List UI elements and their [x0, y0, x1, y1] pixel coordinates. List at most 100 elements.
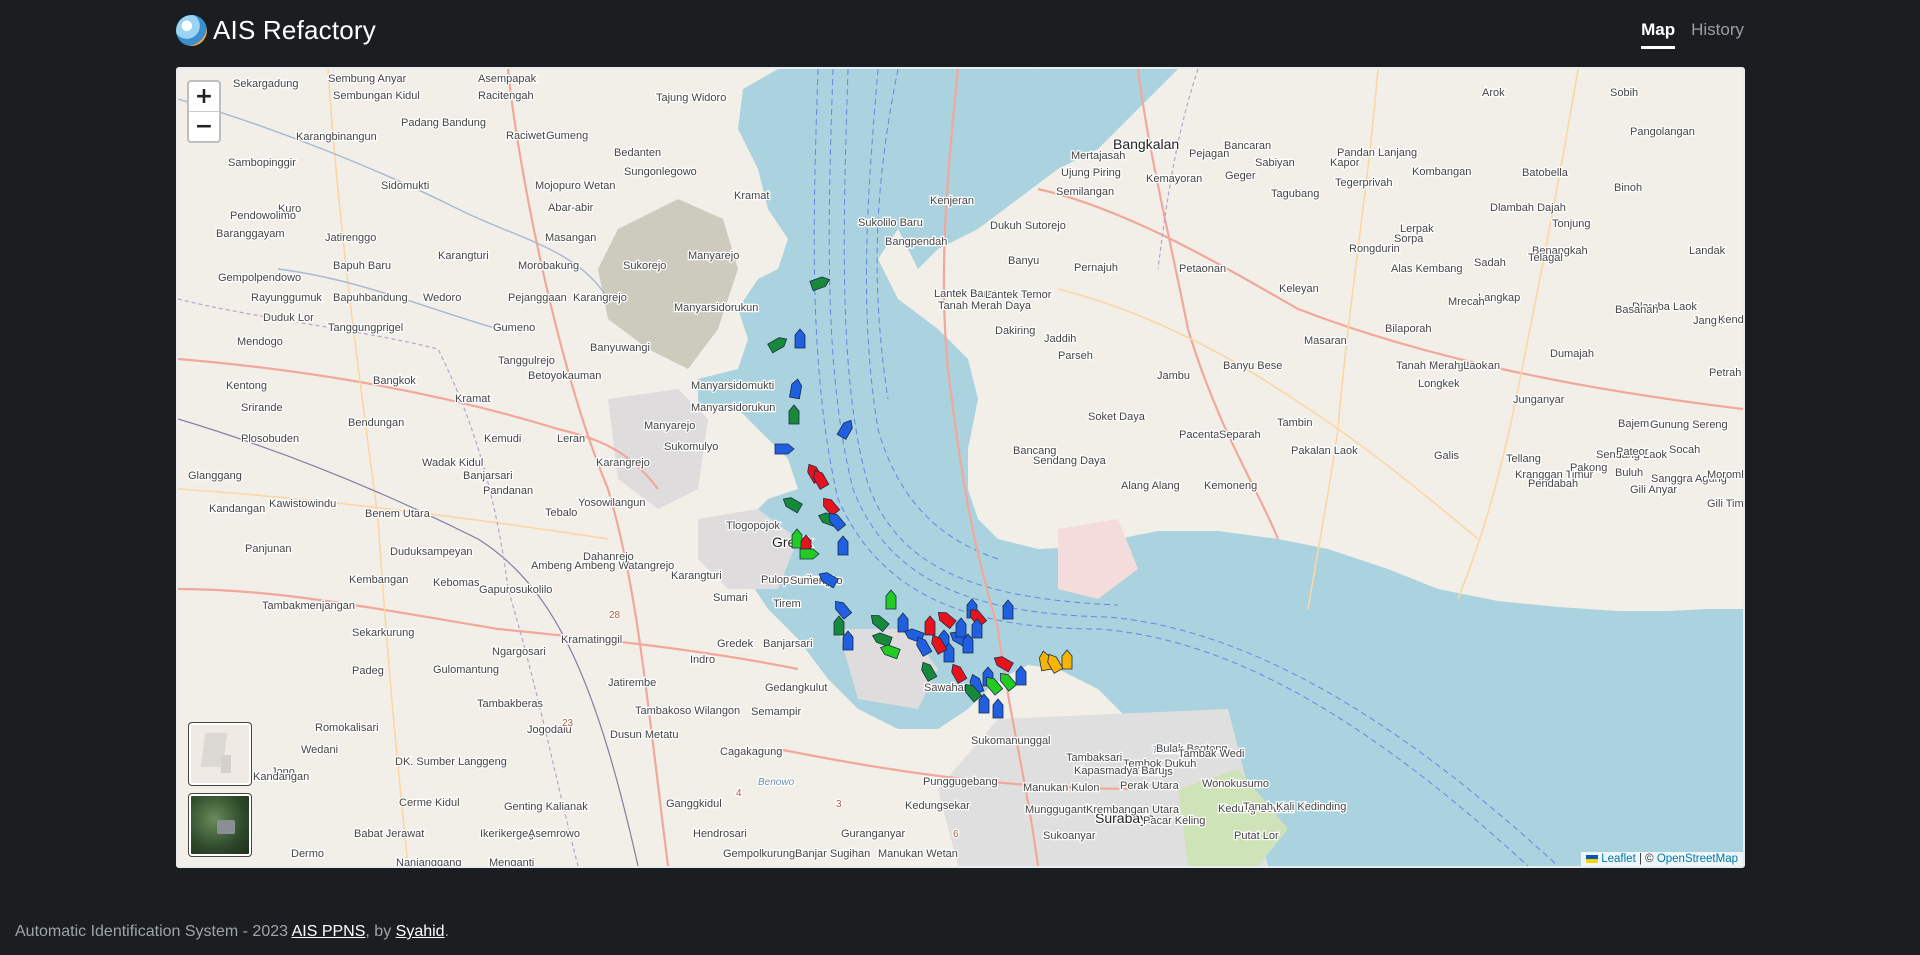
nav-links: Map History — [1641, 20, 1744, 49]
map-label: Glanggang — [188, 470, 242, 482]
map-label: Dukuh Sutorejo — [990, 220, 1066, 232]
map-label: Cagakagung — [720, 746, 782, 758]
navbar: AIS Refactory Map History — [176, 0, 1744, 64]
map-label: Soket Daya — [1088, 411, 1146, 423]
map-label: Wedani — [301, 744, 338, 756]
zoom-in-button[interactable]: + — [189, 82, 219, 111]
map-label: Indro — [690, 654, 715, 666]
map-label: Pendabah — [1528, 478, 1578, 490]
map-label: Punggugebang — [923, 776, 998, 788]
map-label: Jatirembe — [608, 677, 656, 689]
attribution-separator: | © — [1635, 853, 1657, 865]
map-label: Manyarsidorukun — [691, 402, 775, 414]
map-label: Semampir — [751, 706, 801, 718]
map-label: Tambaksari — [1066, 752, 1122, 764]
map-label: Srirande — [241, 402, 283, 414]
map-label: Semilangan — [1056, 186, 1114, 198]
route-number-label: 3 — [836, 799, 842, 810]
map-label: Kandangan — [253, 771, 309, 783]
map-label: Benowo — [758, 777, 795, 788]
map-label: Banyu — [1008, 255, 1039, 267]
map-label: Gedangkulut — [765, 682, 827, 694]
brand-link[interactable]: AIS Refactory — [176, 15, 376, 46]
nav-history[interactable]: History — [1691, 20, 1744, 49]
map-label: Tegerprivah — [1335, 177, 1392, 189]
route-number-label: 23 — [562, 718, 574, 729]
map-label: Kawistowindu — [269, 498, 336, 510]
map-label: Kenjeran — [930, 195, 974, 207]
map-label: Petaonan — [1179, 263, 1226, 275]
osm-link[interactable]: OpenStreetMap — [1657, 853, 1738, 865]
map-label: Sembungan Kidul — [333, 90, 420, 102]
nav-map[interactable]: Map — [1641, 20, 1676, 49]
map-label: Duduksampeyan — [390, 546, 473, 558]
map-label: Jatirenggo — [325, 232, 376, 244]
map-label: Sukomanunggal — [971, 735, 1051, 747]
map-label: Dahanrejo — [583, 551, 634, 563]
map-label: Putat Lor — [1234, 830, 1279, 842]
map-label: Sadah — [1474, 257, 1506, 269]
map-label: Sumari — [713, 592, 748, 604]
map-label: Arok — [1482, 87, 1505, 99]
map-label: Basanah — [1615, 304, 1658, 316]
map-label: Dlambah Dajah — [1490, 202, 1566, 214]
map-label: Separah — [1219, 429, 1261, 441]
map-label: Romokalisari — [315, 722, 379, 734]
map-label: Banjar Sugihan — [795, 848, 870, 860]
map-label: Dermo — [291, 848, 324, 860]
map-container[interactable]: Sembung Anyar Asempapak Sekargadung Sembung… — [176, 67, 1745, 868]
street-layer-toggle[interactable] — [188, 722, 252, 786]
ukraine-flag-icon — [1586, 854, 1599, 863]
map-label: Buluh — [1615, 467, 1643, 479]
footer: Automatic Identification System - 2023 A… — [15, 923, 449, 941]
map-label: Banjarsari — [763, 638, 813, 650]
map-label: Bapuhbandung — [333, 292, 408, 304]
map-label: Gumeno — [493, 322, 535, 334]
map-label: Gunung Sereng — [1650, 419, 1728, 431]
satellite-layer-toggle[interactable] — [188, 793, 252, 857]
map-label: Landak — [1689, 245, 1726, 257]
map-label: Wonokusumo — [1202, 778, 1269, 790]
map-label: Masaran — [1304, 335, 1347, 347]
map-label: Kemayoran — [1146, 173, 1202, 185]
map-label: Jambu — [1157, 370, 1190, 382]
leaflet-link[interactable]: Leaflet — [1601, 853, 1636, 865]
map-label: Asempapak — [478, 73, 537, 85]
map-label: Sungonlegowo — [624, 166, 697, 178]
map-label: Asemrowo — [528, 828, 580, 840]
map-label: Mojopuro Wetan — [535, 180, 616, 192]
map-label: Batobella — [1522, 167, 1569, 179]
app-title: AIS Refactory — [213, 15, 376, 45]
map-label: Kebomas — [433, 577, 480, 589]
map-label: Sidomukti — [381, 180, 429, 192]
map-label: Manyarejo — [644, 420, 695, 432]
map-label: Dumajah — [1550, 348, 1594, 360]
map-label: Tanggungprigel — [328, 322, 403, 334]
map-label: Cerme Kidul — [399, 797, 460, 809]
map-label: Keleyan — [1279, 283, 1319, 295]
map-label: Tellang — [1506, 453, 1541, 465]
map-canvas[interactable]: Sembung Anyar Asempapak Sekargadung Sembung… — [178, 69, 1743, 866]
map-label: Morobakung — [518, 260, 579, 272]
author-link[interactable]: Syahid — [396, 923, 445, 940]
map-label: Baranggayam — [216, 228, 285, 240]
map-label: Mrecah — [1448, 296, 1485, 308]
map-label: Petrah — [1709, 367, 1741, 379]
map-label: Sawahan — [924, 682, 970, 694]
map-label: Wedoro — [423, 292, 461, 304]
map-label: Sukorejo — [623, 260, 666, 272]
map-label: Sembung Anyar — [328, 73, 407, 85]
map-label: Hendrosari — [693, 828, 747, 840]
map-label: Pangolangan — [1630, 126, 1695, 138]
ais-ppns-link[interactable]: AIS PPNS — [292, 923, 366, 940]
map-label: Gapurosukolilo — [479, 584, 552, 596]
map-label: Tanah Merah Daya — [938, 300, 1032, 312]
map-label: Benem Utara — [365, 508, 431, 520]
map-label: Kandangan — [209, 503, 265, 515]
map-label: Pandan Lanjang — [1337, 147, 1417, 159]
zoom-out-button[interactable]: − — [189, 111, 219, 141]
map-label: Tambin — [1277, 417, 1312, 429]
footer-text: Automatic Identification System - 2023 — [15, 923, 292, 940]
footer-suffix: . — [444, 923, 450, 940]
map-label: Leran — [557, 433, 585, 445]
